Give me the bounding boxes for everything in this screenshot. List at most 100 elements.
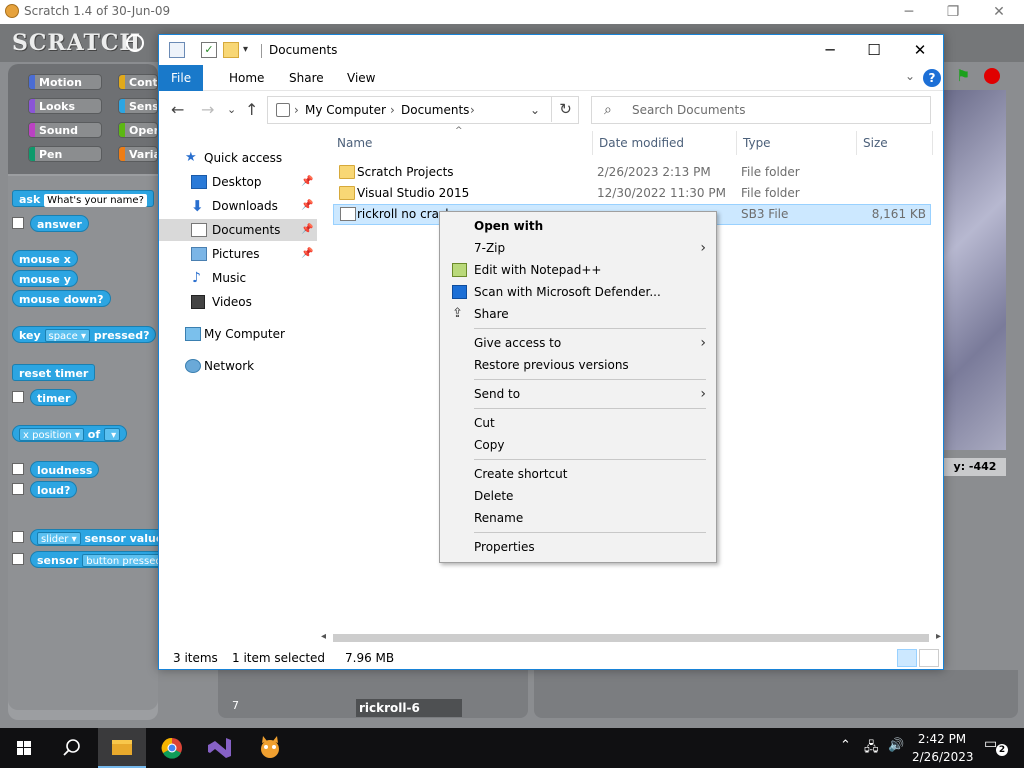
- menu-properties[interactable]: Properties: [442, 536, 714, 558]
- menu-open-with[interactable]: Open with: [442, 215, 714, 237]
- stop-icon[interactable]: [984, 68, 1000, 84]
- tab-share[interactable]: Share: [277, 65, 336, 91]
- network-icon[interactable]: 🖧: [864, 738, 879, 760]
- notification-icon[interactable]: ▭ 2: [984, 736, 1008, 758]
- sensor-pressed-block[interactable]: sensor button pressed: [30, 551, 158, 568]
- loudness-block[interactable]: loudness: [30, 461, 100, 478]
- menu-create-shortcut[interactable]: Create shortcut: [442, 463, 714, 485]
- loud-checkbox[interactable]: [12, 483, 24, 495]
- mouse-y-block[interactable]: mouse y: [12, 270, 78, 287]
- checkmark-icon[interactable]: ✓: [201, 42, 217, 58]
- key-dropdown[interactable]: space ▾: [44, 329, 91, 342]
- new-folder-icon[interactable]: [223, 42, 239, 58]
- menu-send-to[interactable]: Send to ›: [442, 383, 714, 405]
- properties-icon[interactable]: [169, 42, 185, 58]
- tab-file[interactable]: File: [159, 65, 204, 91]
- nav-pictures[interactable]: Pictures 📌: [159, 243, 317, 265]
- nav-quick-access[interactable]: ★ Quick access: [159, 147, 317, 169]
- sprite-name[interactable]: rickroll-6: [356, 699, 462, 717]
- details-view-icon[interactable]: [897, 649, 917, 667]
- minimize-icon[interactable]: ─: [807, 35, 853, 65]
- timer-block[interactable]: timer: [30, 389, 78, 406]
- category-motion[interactable]: Motion: [28, 74, 102, 90]
- x-position-of-block[interactable]: x position ▾ of ▾: [12, 425, 128, 442]
- nav-desktop[interactable]: Desktop 📌: [159, 171, 317, 193]
- pin-icon[interactable]: 📌: [301, 171, 313, 193]
- column-type[interactable]: Type: [737, 131, 857, 155]
- timer-checkbox[interactable]: [12, 391, 24, 403]
- volume-icon[interactable]: 🔊: [888, 738, 904, 753]
- menu-restore-versions[interactable]: Restore previous versions: [442, 354, 714, 376]
- horizontal-scrollbar[interactable]: ◂ ▸: [319, 631, 943, 645]
- ask-block[interactable]: ask What's your name?: [12, 190, 154, 207]
- key-pressed-block[interactable]: key space ▾ pressed?: [12, 326, 157, 343]
- maximize-icon[interactable]: ☐: [851, 35, 897, 65]
- menu-edit-notepad[interactable]: Edit with Notepad++: [442, 259, 714, 281]
- column-size[interactable]: Size: [857, 131, 933, 155]
- nav-videos[interactable]: Videos: [159, 291, 317, 313]
- taskbar-visual-studio[interactable]: [196, 728, 244, 768]
- start-button[interactable]: [0, 728, 48, 768]
- tab-home[interactable]: Home: [217, 65, 276, 91]
- menu-copy[interactable]: Copy: [442, 434, 714, 456]
- reset-timer-block[interactable]: reset timer: [12, 364, 96, 381]
- column-date-modified[interactable]: Date modified: [593, 131, 737, 155]
- breadcrumb-documents[interactable]: Documents: [401, 103, 469, 117]
- sensor-pressed-checkbox[interactable]: [12, 553, 24, 565]
- answer-checkbox[interactable]: [12, 217, 24, 229]
- menu-delete[interactable]: Delete: [442, 485, 714, 507]
- address-dropdown-icon[interactable]: ⌄: [530, 103, 540, 117]
- category-variables[interactable]: Variables: [118, 146, 158, 162]
- mouse-down-block[interactable]: mouse down?: [12, 290, 111, 307]
- stage[interactable]: [944, 90, 1006, 450]
- clock[interactable]: 2:42 PM 2/26/2023: [912, 730, 974, 766]
- help-icon[interactable]: ?: [923, 69, 941, 87]
- category-sound[interactable]: Sound: [28, 122, 102, 138]
- forward-icon[interactable]: →: [201, 100, 214, 119]
- scrollbar-thumb[interactable]: [333, 634, 929, 642]
- large-icons-view-icon[interactable]: [919, 649, 939, 667]
- pin-icon[interactable]: 📌: [301, 195, 313, 217]
- globe-icon[interactable]: [126, 34, 144, 52]
- loudness-checkbox[interactable]: [12, 463, 24, 475]
- green-flag-icon[interactable]: ⚑: [956, 68, 974, 84]
- sensor-value-checkbox[interactable]: [12, 531, 24, 543]
- taskbar-scratch[interactable]: [246, 728, 294, 768]
- search-input[interactable]: ⌕ Search Documents: [591, 96, 931, 124]
- category-operators[interactable]: Operators: [118, 122, 158, 138]
- show-hidden-icons-icon[interactable]: ⌃: [840, 738, 851, 753]
- tab-view[interactable]: View: [335, 65, 387, 91]
- taskbar-chrome[interactable]: [148, 728, 196, 768]
- category-pen[interactable]: Pen: [28, 146, 102, 162]
- attribute-dropdown[interactable]: x position ▾: [19, 428, 84, 441]
- answer-block[interactable]: answer: [30, 215, 89, 232]
- close-icon[interactable]: ✕: [897, 35, 943, 65]
- category-sensing[interactable]: Sensing: [118, 98, 158, 114]
- nav-my-computer[interactable]: My Computer: [159, 323, 317, 345]
- restore-icon[interactable]: ❐: [930, 2, 976, 22]
- nav-documents[interactable]: Documents 📌: [159, 219, 317, 241]
- minimize-icon[interactable]: ─: [886, 2, 932, 22]
- refresh-icon[interactable]: ↻: [551, 96, 579, 122]
- menu-scan-defender[interactable]: Scan with Microsoft Defender...: [442, 281, 714, 303]
- address-bar[interactable]: › My Computer › Documents › ⌄: [267, 96, 579, 124]
- category-control[interactable]: Control: [118, 74, 158, 90]
- nav-downloads[interactable]: ⬇ Downloads 📌: [159, 195, 317, 217]
- ask-input[interactable]: What's your name?: [44, 194, 147, 207]
- sensor-dropdown[interactable]: slider ▾: [37, 532, 81, 545]
- file-row[interactable]: Scratch Projects 2/26/2023 2:13 PM File …: [333, 162, 931, 183]
- pin-icon[interactable]: 📌: [301, 243, 313, 265]
- menu-rename[interactable]: Rename: [442, 507, 714, 529]
- nav-network[interactable]: Network: [159, 355, 317, 377]
- menu-cut[interactable]: Cut: [442, 412, 714, 434]
- menu-7zip[interactable]: 7-Zip ›: [442, 237, 714, 259]
- customize-dropdown-icon[interactable]: ▾: [243, 42, 259, 58]
- scroll-right-icon[interactable]: ▸: [936, 631, 941, 642]
- button-dropdown[interactable]: button pressed: [82, 554, 158, 567]
- file-row[interactable]: Visual Studio 2015 12/30/2022 11:30 PM F…: [333, 183, 931, 204]
- menu-share[interactable]: ⇪ Share: [442, 303, 714, 325]
- back-icon[interactable]: ←: [171, 100, 184, 119]
- mouse-x-block[interactable]: mouse x: [12, 250, 78, 267]
- loud-block[interactable]: loud?: [30, 481, 78, 498]
- nav-music[interactable]: ♪ Music: [159, 267, 317, 289]
